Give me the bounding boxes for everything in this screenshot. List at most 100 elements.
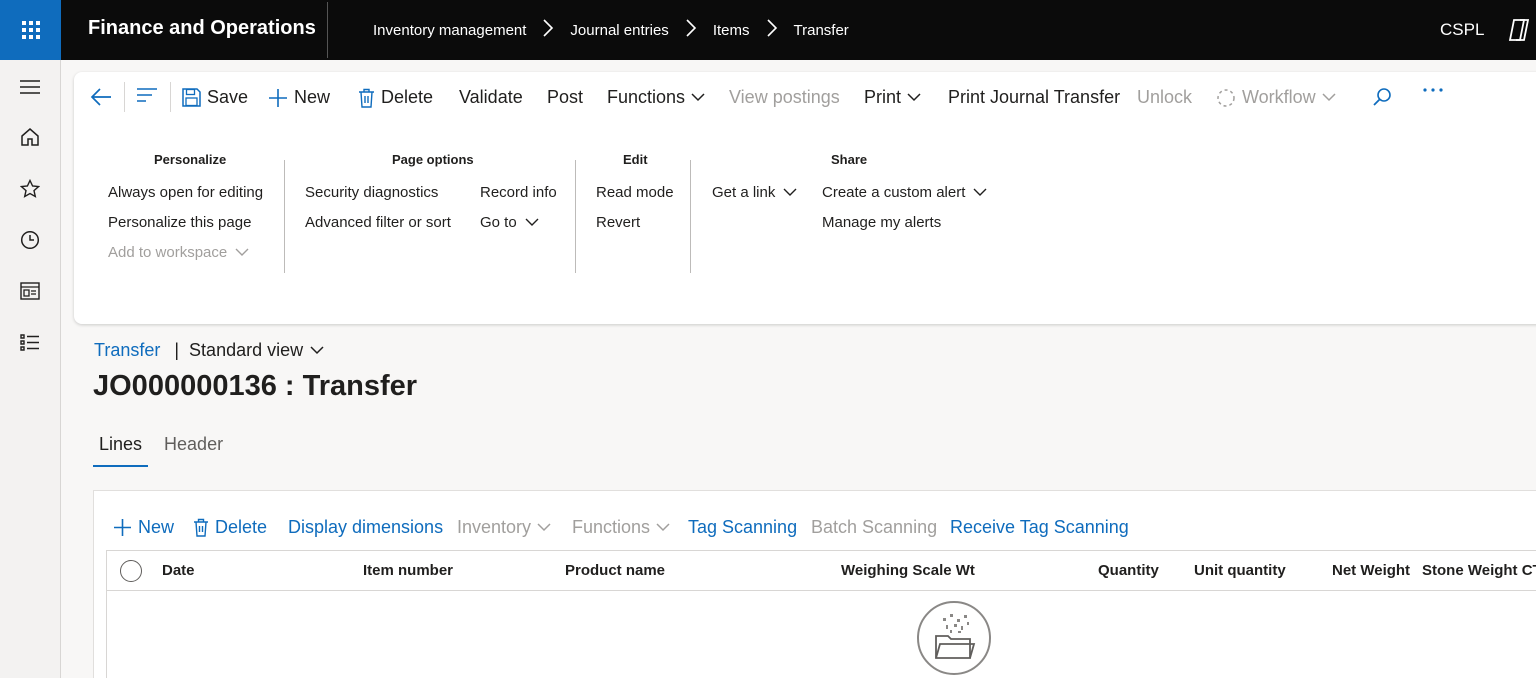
page-breadcrumb: Transfer | Standard view bbox=[94, 340, 324, 361]
action-menu-toggle[interactable] bbox=[136, 87, 164, 103]
create-custom-alert-label: Create a custom alert bbox=[822, 184, 966, 201]
chevron-down-icon bbox=[235, 248, 249, 256]
print-journal-transfer-button[interactable]: Print Journal Transfer bbox=[948, 87, 1120, 108]
breadcrumb: Inventory management Journal entries Ite… bbox=[373, 0, 849, 60]
breadcrumb-inventory-management[interactable]: Inventory management bbox=[373, 22, 526, 39]
breadcrumb-journal-entries[interactable]: Journal entries bbox=[570, 22, 668, 39]
workflow-label: Workflow bbox=[1242, 87, 1316, 107]
group-title-page-options: Page options bbox=[392, 152, 474, 167]
view-postings-button[interactable]: View postings bbox=[729, 87, 840, 108]
add-to-workspace-label: Add to workspace bbox=[108, 244, 228, 261]
hamburger-menu-icon[interactable] bbox=[19, 76, 41, 98]
recent-clock-icon[interactable] bbox=[19, 229, 41, 251]
go-to-dropdown[interactable]: Go to bbox=[480, 214, 539, 231]
select-all-checkbox[interactable] bbox=[120, 560, 142, 582]
record-info[interactable]: Record info bbox=[480, 184, 557, 201]
group-separator bbox=[284, 160, 285, 273]
delete-button[interactable]: Delete bbox=[358, 87, 433, 108]
functions-dropdown[interactable]: Functions bbox=[607, 87, 705, 108]
new-button[interactable]: New bbox=[268, 87, 330, 108]
breadcrumb-transfer[interactable]: Transfer bbox=[794, 22, 849, 39]
left-navigation bbox=[0, 60, 61, 678]
column-header-product-name[interactable]: Product name bbox=[565, 562, 665, 579]
group-separator bbox=[575, 160, 576, 273]
divider bbox=[327, 2, 328, 58]
validate-button[interactable]: Validate bbox=[459, 87, 523, 108]
manage-my-alerts[interactable]: Manage my alerts bbox=[822, 214, 941, 231]
tag-scanning-button[interactable]: Tag Scanning bbox=[688, 517, 797, 538]
workspaces-icon[interactable] bbox=[19, 280, 41, 302]
back-button[interactable] bbox=[90, 87, 118, 107]
lines-functions-dropdown[interactable]: Functions bbox=[572, 517, 670, 538]
workflow-dropdown[interactable]: Workflow bbox=[1216, 87, 1336, 108]
copilot-icon[interactable] bbox=[1506, 17, 1532, 48]
group-title-share: Share bbox=[831, 152, 868, 167]
breadcrumb-items[interactable]: Items bbox=[713, 22, 750, 39]
lines-new-button[interactable]: New bbox=[113, 517, 174, 538]
personalize-this-page[interactable]: Personalize this page bbox=[108, 214, 251, 231]
save-label: Save bbox=[207, 87, 249, 107]
read-mode[interactable]: Read mode bbox=[596, 184, 674, 201]
search-button[interactable] bbox=[1372, 87, 1398, 107]
security-diagnostics[interactable]: Security diagnostics bbox=[305, 184, 438, 201]
workflow-spinner-icon bbox=[1217, 88, 1235, 107]
view-selector[interactable]: Standard view bbox=[189, 340, 324, 361]
chevron-down-icon bbox=[973, 188, 987, 196]
post-button[interactable]: Post bbox=[547, 87, 583, 108]
group-separator bbox=[690, 160, 691, 273]
get-a-link-dropdown[interactable]: Get a link bbox=[712, 184, 797, 201]
toolbar-separator bbox=[124, 82, 125, 112]
chevron-right-icon bbox=[669, 19, 713, 41]
modules-list-icon[interactable] bbox=[19, 332, 41, 354]
ellipsis-icon bbox=[1423, 88, 1443, 92]
group-title-personalize: Personalize bbox=[154, 152, 227, 167]
company-picker[interactable]: CSPL bbox=[1440, 20, 1484, 40]
column-header-stone-weight-ct[interactable]: Stone Weight CT bbox=[1422, 562, 1536, 579]
lines-menu-icon bbox=[137, 88, 157, 102]
column-header-item-number[interactable]: Item number bbox=[363, 562, 453, 579]
empty-state-folder-icon bbox=[916, 600, 992, 678]
plus-icon bbox=[269, 88, 287, 107]
lines-delete-label: Delete bbox=[215, 517, 268, 537]
inventory-dropdown[interactable]: Inventory bbox=[457, 517, 551, 538]
go-to-label: Go to bbox=[480, 214, 517, 231]
chevron-down-icon bbox=[310, 346, 324, 355]
get-a-link-label: Get a link bbox=[712, 184, 776, 201]
column-header-date[interactable]: Date bbox=[162, 562, 195, 579]
create-custom-alert-dropdown[interactable]: Create a custom alert bbox=[822, 184, 987, 201]
chevron-down-icon bbox=[783, 188, 797, 196]
toolbar-separator bbox=[170, 82, 171, 112]
group-title-edit: Edit bbox=[623, 152, 648, 167]
advanced-filter-or-sort[interactable]: Advanced filter or sort bbox=[305, 214, 451, 231]
receive-tag-scanning-button[interactable]: Receive Tag Scanning bbox=[950, 517, 1129, 538]
unlock-button[interactable]: Unlock bbox=[1137, 87, 1192, 108]
batch-scanning-button[interactable]: Batch Scanning bbox=[811, 517, 937, 538]
plus-icon bbox=[114, 519, 131, 536]
column-header-unit-quantity[interactable]: Unit quantity bbox=[1194, 562, 1286, 579]
save-button[interactable]: Save bbox=[182, 87, 248, 108]
add-to-workspace[interactable]: Add to workspace bbox=[108, 244, 249, 261]
search-icon bbox=[1373, 88, 1391, 106]
column-header-weighing-scale-wt[interactable]: Weighing Scale Wt bbox=[841, 562, 975, 579]
display-dimensions-button[interactable]: Display dimensions bbox=[288, 517, 443, 538]
column-header-quantity[interactable]: Quantity bbox=[1098, 562, 1159, 579]
print-dropdown[interactable]: Print bbox=[864, 87, 921, 108]
action-pane: Save New Delete Validate Post Functions … bbox=[74, 72, 1536, 324]
app-launcher-button[interactable] bbox=[0, 0, 61, 60]
lines-grid: Date Item number Product name Weighing S… bbox=[106, 550, 1536, 678]
tab-header[interactable]: Header bbox=[158, 432, 229, 467]
column-header-net-weight[interactable]: Net Weight bbox=[1332, 562, 1410, 579]
always-open-for-editing[interactable]: Always open for editing bbox=[108, 184, 263, 201]
lines-delete-button[interactable]: Delete bbox=[193, 517, 267, 538]
more-options-button[interactable] bbox=[1422, 87, 1450, 93]
favorites-star-icon[interactable] bbox=[19, 178, 41, 200]
home-icon[interactable] bbox=[19, 126, 41, 148]
tab-lines[interactable]: Lines bbox=[93, 432, 149, 467]
functions-label: Functions bbox=[607, 87, 686, 107]
revert[interactable]: Revert bbox=[596, 214, 640, 231]
trash-icon bbox=[194, 518, 208, 537]
chevron-down-icon bbox=[1322, 93, 1336, 102]
page-crumb-link[interactable]: Transfer bbox=[94, 340, 160, 361]
chevron-down-icon bbox=[656, 523, 670, 532]
app-title[interactable]: Finance and Operations bbox=[88, 17, 316, 40]
